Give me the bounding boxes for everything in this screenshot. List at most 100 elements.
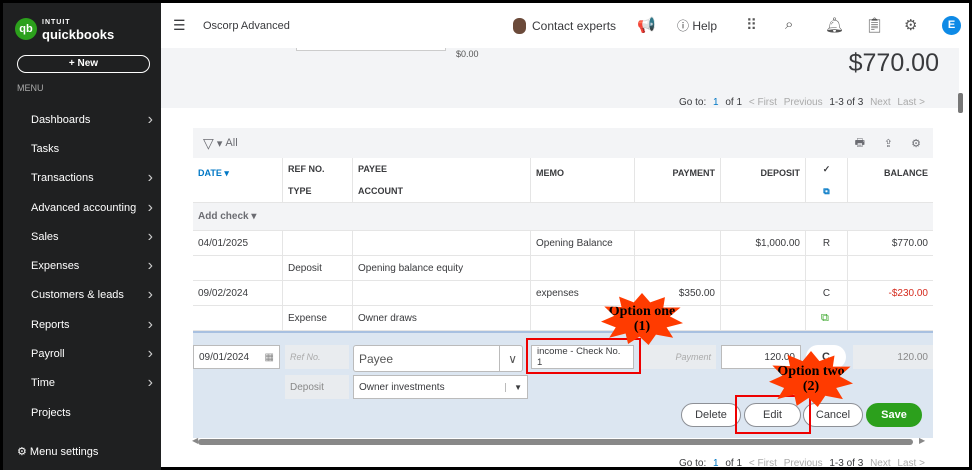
chevron-right-icon: › bbox=[147, 257, 153, 275]
pagination-top: Go to: 1 of 1 < First Previous 1-3 of 3 … bbox=[679, 97, 925, 108]
ref-no-input[interactable]: Ref No. bbox=[285, 345, 349, 369]
sidebar-item-time[interactable]: Time › bbox=[3, 369, 161, 398]
sidebar-item-sales[interactable]: Sales › bbox=[3, 222, 161, 251]
copy-icon: ⧉ bbox=[823, 185, 830, 196]
first-link[interactable]: < First bbox=[749, 97, 777, 108]
save-button[interactable]: Save bbox=[866, 403, 922, 427]
filter-all[interactable]: All bbox=[225, 137, 237, 149]
quickbooks-logo[interactable]: qb INTUIT quickbooks bbox=[15, 17, 114, 41]
gear-icon[interactable]: ⚙ bbox=[904, 16, 917, 34]
cell bbox=[721, 281, 806, 305]
cell bbox=[635, 256, 721, 280]
company-name: Oscorp Advanced bbox=[203, 19, 290, 32]
cell: Opening Balance bbox=[531, 231, 635, 255]
payee-select[interactable]: Payee ∨ bbox=[353, 345, 523, 372]
help-button[interactable]: ⓘ Help bbox=[677, 17, 717, 34]
next-link[interactable]: Next bbox=[870, 97, 891, 108]
avatar[interactable]: E bbox=[942, 16, 961, 35]
calendar-icon[interactable]: ▦ bbox=[265, 352, 274, 363]
account-dropdown[interactable] bbox=[296, 48, 446, 51]
clipboard-icon[interactable]: 📋︎ bbox=[865, 16, 884, 34]
date-input[interactable]: 09/01/2024 ▦ bbox=[193, 345, 280, 369]
sidebar-item-reports[interactable]: Reports › bbox=[3, 310, 161, 339]
col-cleared[interactable]: ✓ bbox=[823, 164, 831, 175]
col-date[interactable]: DATE ▾ bbox=[193, 158, 283, 202]
gear-icon: ⚙ bbox=[17, 446, 30, 458]
sidebar-item-tasks[interactable]: Tasks bbox=[3, 134, 161, 163]
col-type[interactable]: TYPE bbox=[288, 186, 312, 196]
col-memo[interactable]: MEMO bbox=[531, 158, 635, 202]
horizontal-scrollbar[interactable] bbox=[198, 439, 913, 445]
menu-settings[interactable]: ⚙ Menu settings bbox=[17, 445, 98, 458]
cell bbox=[635, 231, 721, 255]
cell: C bbox=[806, 281, 848, 305]
cell bbox=[848, 256, 933, 280]
menu-toggle-icon[interactable]: ☰ bbox=[173, 17, 186, 34]
delete-button[interactable]: Delete bbox=[681, 403, 741, 427]
attachment-icon[interactable]: ⧉ bbox=[821, 312, 829, 325]
col-payee[interactable]: PAYEE bbox=[358, 164, 387, 174]
partial-value: $0.00 bbox=[456, 49, 479, 59]
menu-header[interactable]: MENU bbox=[17, 83, 44, 93]
vertical-scrollbar[interactable] bbox=[958, 93, 963, 113]
type-display: Deposit bbox=[285, 375, 349, 399]
chevron-right-icon: › bbox=[147, 110, 153, 128]
cell: R bbox=[806, 231, 848, 255]
expert-avatar-icon bbox=[513, 17, 526, 34]
settings-icon[interactable]: ⚙ bbox=[911, 137, 921, 150]
col-account[interactable]: ACCOUNT bbox=[358, 186, 403, 196]
bell-icon[interactable]: 🔔︎ bbox=[825, 16, 844, 34]
table-header: DATE ▾ REF NO. TYPE PAYEE ACCOUNT MEMO PAY… bbox=[193, 158, 933, 203]
ending-balance: $770.00 bbox=[848, 49, 939, 77]
attachment-icon[interactable]: ⧉ bbox=[821, 262, 829, 275]
col-balance[interactable]: BALANCE bbox=[848, 158, 933, 202]
contact-experts[interactable]: Contact experts bbox=[513, 17, 616, 34]
megaphone-icon[interactable]: 📢 bbox=[637, 16, 656, 34]
chevron-down-icon[interactable]: ∨ bbox=[499, 346, 517, 371]
cell: 04/01/2025 bbox=[193, 231, 283, 255]
cell: Opening balance equity bbox=[353, 256, 531, 280]
cell bbox=[848, 306, 933, 330]
balance-display: 120.00 bbox=[853, 345, 933, 369]
dropdown-arrow-icon[interactable]: ▼ bbox=[505, 382, 522, 392]
add-check-row[interactable]: Add check ▾ bbox=[193, 203, 933, 231]
cell bbox=[721, 256, 806, 280]
new-button[interactable]: + New bbox=[17, 55, 150, 73]
previous-link[interactable]: Previous bbox=[784, 97, 823, 108]
col-deposit[interactable]: DEPOSIT bbox=[721, 158, 806, 202]
cell: Deposit bbox=[283, 256, 353, 280]
sidebar-item-projects[interactable]: Projects bbox=[3, 398, 161, 427]
sidebar-item-dashboards[interactable]: Dashboards › bbox=[3, 105, 161, 134]
qb-icon: qb bbox=[15, 18, 37, 40]
table-row[interactable]: 09/02/2024 expenses $350.00 C -$230.00 bbox=[193, 281, 933, 306]
col-ref[interactable]: REF NO. bbox=[288, 164, 325, 174]
payment-input[interactable]: Payment bbox=[640, 345, 716, 369]
print-icon[interactable]: 🖶 bbox=[855, 134, 865, 153]
page-input[interactable]: 1 bbox=[713, 97, 719, 108]
scroll-right-icon[interactable]: ▶ bbox=[919, 436, 925, 445]
cancel-button[interactable]: Cancel bbox=[803, 403, 863, 427]
export-icon[interactable]: ⇪ bbox=[884, 137, 893, 150]
sidebar-item-expenses[interactable]: Expenses › bbox=[3, 251, 161, 280]
cell bbox=[283, 231, 353, 255]
search-icon[interactable]: ⌕ bbox=[785, 16, 793, 33]
chevron-right-icon: › bbox=[147, 227, 153, 245]
sidebar-item-advanced-accounting[interactable]: Advanced accounting › bbox=[3, 193, 161, 222]
account-select[interactable]: Owner investments ▼ bbox=[353, 375, 528, 399]
cell: -$230.00 bbox=[888, 287, 928, 299]
last-link[interactable]: Last > bbox=[897, 97, 925, 108]
scroll-left-icon[interactable]: ◀ bbox=[192, 436, 198, 445]
cell: $770.00 bbox=[891, 237, 928, 249]
annotation-box-memo bbox=[526, 338, 641, 374]
sidebar-item-payroll[interactable]: Payroll › bbox=[3, 339, 161, 368]
sidebar-item-customers-leads[interactable]: Customers & leads › bbox=[3, 281, 161, 310]
cell: Owner draws bbox=[353, 306, 531, 330]
add-check-label[interactable]: Add check bbox=[198, 211, 249, 222]
chevron-right-icon: › bbox=[147, 198, 153, 216]
cell bbox=[353, 231, 531, 255]
apps-icon[interactable]: ⠿ bbox=[746, 16, 757, 34]
table-row[interactable]: 04/01/2025 Opening Balance $1,000.00 R $770.… bbox=[193, 231, 933, 256]
sidebar-item-transactions[interactable]: Transactions › bbox=[3, 164, 161, 193]
col-payment[interactable]: PAYMENT bbox=[635, 158, 721, 202]
filter-icon[interactable]: ▽ bbox=[203, 135, 214, 152]
